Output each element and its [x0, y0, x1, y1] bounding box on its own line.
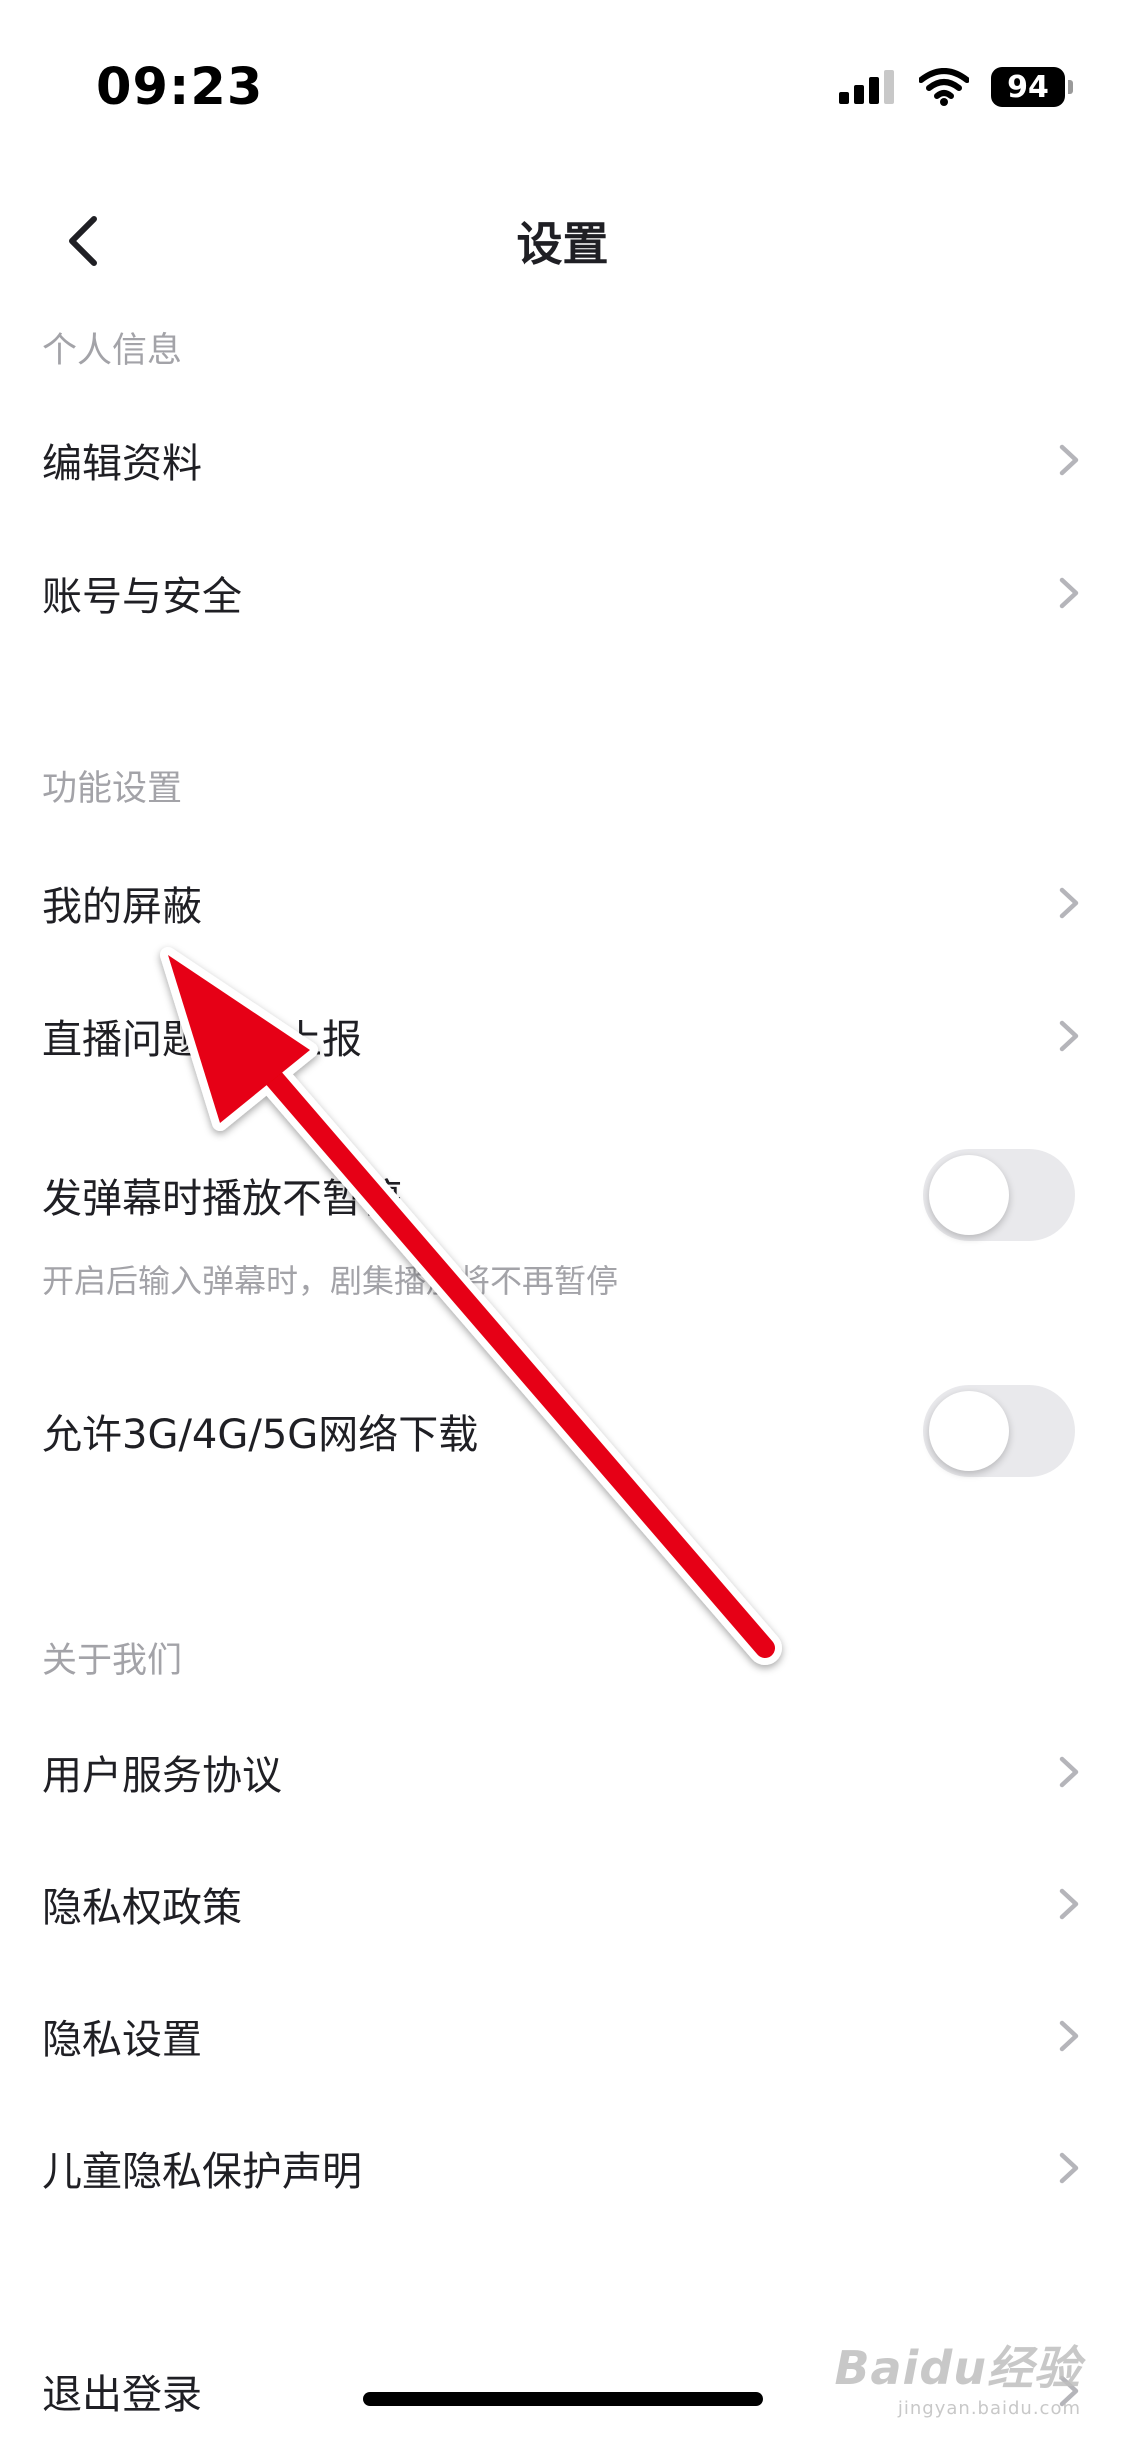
battery-icon: 94 — [991, 67, 1073, 107]
row-edit-profile[interactable]: 编辑资料 — [0, 405, 1125, 515]
row-label: 允许3G/4G/5G网络下载 — [42, 1412, 479, 1458]
row-label: 直播问题反馈上报 — [42, 1017, 362, 1063]
row-label: 账号与安全 — [42, 574, 242, 620]
status-bar: 09:23 94 — [0, 0, 1125, 150]
chevron-right-icon — [1059, 887, 1079, 919]
chevron-right-icon — [1059, 1888, 1079, 1920]
row-live-feedback[interactable]: 直播问题反馈上报 — [0, 981, 1125, 1091]
section-header-about: 关于我们 — [42, 1641, 183, 1681]
chevron-right-icon — [1059, 2020, 1079, 2052]
section-header-features: 功能设置 — [42, 769, 183, 809]
mobile-download-toggle[interactable] — [923, 1385, 1075, 1477]
row-subtitle: 开启后输入弹幕时，剧集播放将不再暂停 — [42, 1262, 619, 1300]
row-privacy-settings[interactable]: 隐私设置 — [0, 1981, 1125, 2091]
chevron-right-icon — [1059, 1020, 1079, 1052]
status-icons: 94 — [839, 62, 1073, 112]
row-label: 隐私设置 — [42, 2017, 202, 2063]
row-danmaku-no-pause: 发弹幕时播放不暂停 — [0, 1140, 1125, 1250]
chevron-right-icon — [1059, 2152, 1079, 2184]
row-my-blocked[interactable]: 我的屏蔽 — [0, 848, 1125, 958]
row-account-security[interactable]: 账号与安全 — [0, 538, 1125, 648]
page-title: 设置 — [516, 217, 609, 271]
row-label: 发弹幕时播放不暂停 — [42, 1176, 402, 1222]
chevron-right-icon — [1059, 444, 1079, 476]
home-indicator — [363, 2392, 763, 2406]
wifi-icon — [919, 68, 969, 106]
row-privacy-policy[interactable]: 隐私权政策 — [0, 1849, 1125, 1959]
watermark: Baidu经验 jingyan.baidu.com — [834, 2332, 1081, 2419]
section-header-personal: 个人信息 — [42, 331, 183, 371]
row-user-agreement[interactable]: 用户服务协议 — [0, 1717, 1125, 1827]
watermark-main: Baidu经验 — [834, 2341, 1081, 2395]
nav-bar: 设置 — [0, 190, 1125, 290]
danmaku-no-pause-toggle[interactable] — [923, 1149, 1075, 1241]
watermark-sub: jingyan.baidu.com — [897, 2398, 1081, 2419]
toggle-knob — [929, 1155, 1009, 1235]
row-label: 我的屏蔽 — [42, 884, 202, 930]
chevron-right-icon — [1059, 577, 1079, 609]
row-children-privacy[interactable]: 儿童隐私保护声明 — [0, 2113, 1125, 2223]
row-mobile-download: 允许3G/4G/5G网络下载 — [0, 1376, 1125, 1486]
row-label: 隐私权政策 — [42, 1885, 242, 1931]
row-label: 儿童隐私保护声明 — [42, 2149, 362, 2195]
toggle-knob — [929, 1391, 1009, 1471]
battery-level: 94 — [1007, 69, 1049, 105]
status-time: 09:23 — [96, 58, 264, 117]
logout-label: 退出登录 — [42, 2372, 202, 2418]
chevron-right-icon — [1059, 1756, 1079, 1788]
cellular-signal-icon — [839, 70, 894, 104]
row-label: 编辑资料 — [42, 441, 202, 487]
row-label: 用户服务协议 — [42, 1753, 282, 1799]
